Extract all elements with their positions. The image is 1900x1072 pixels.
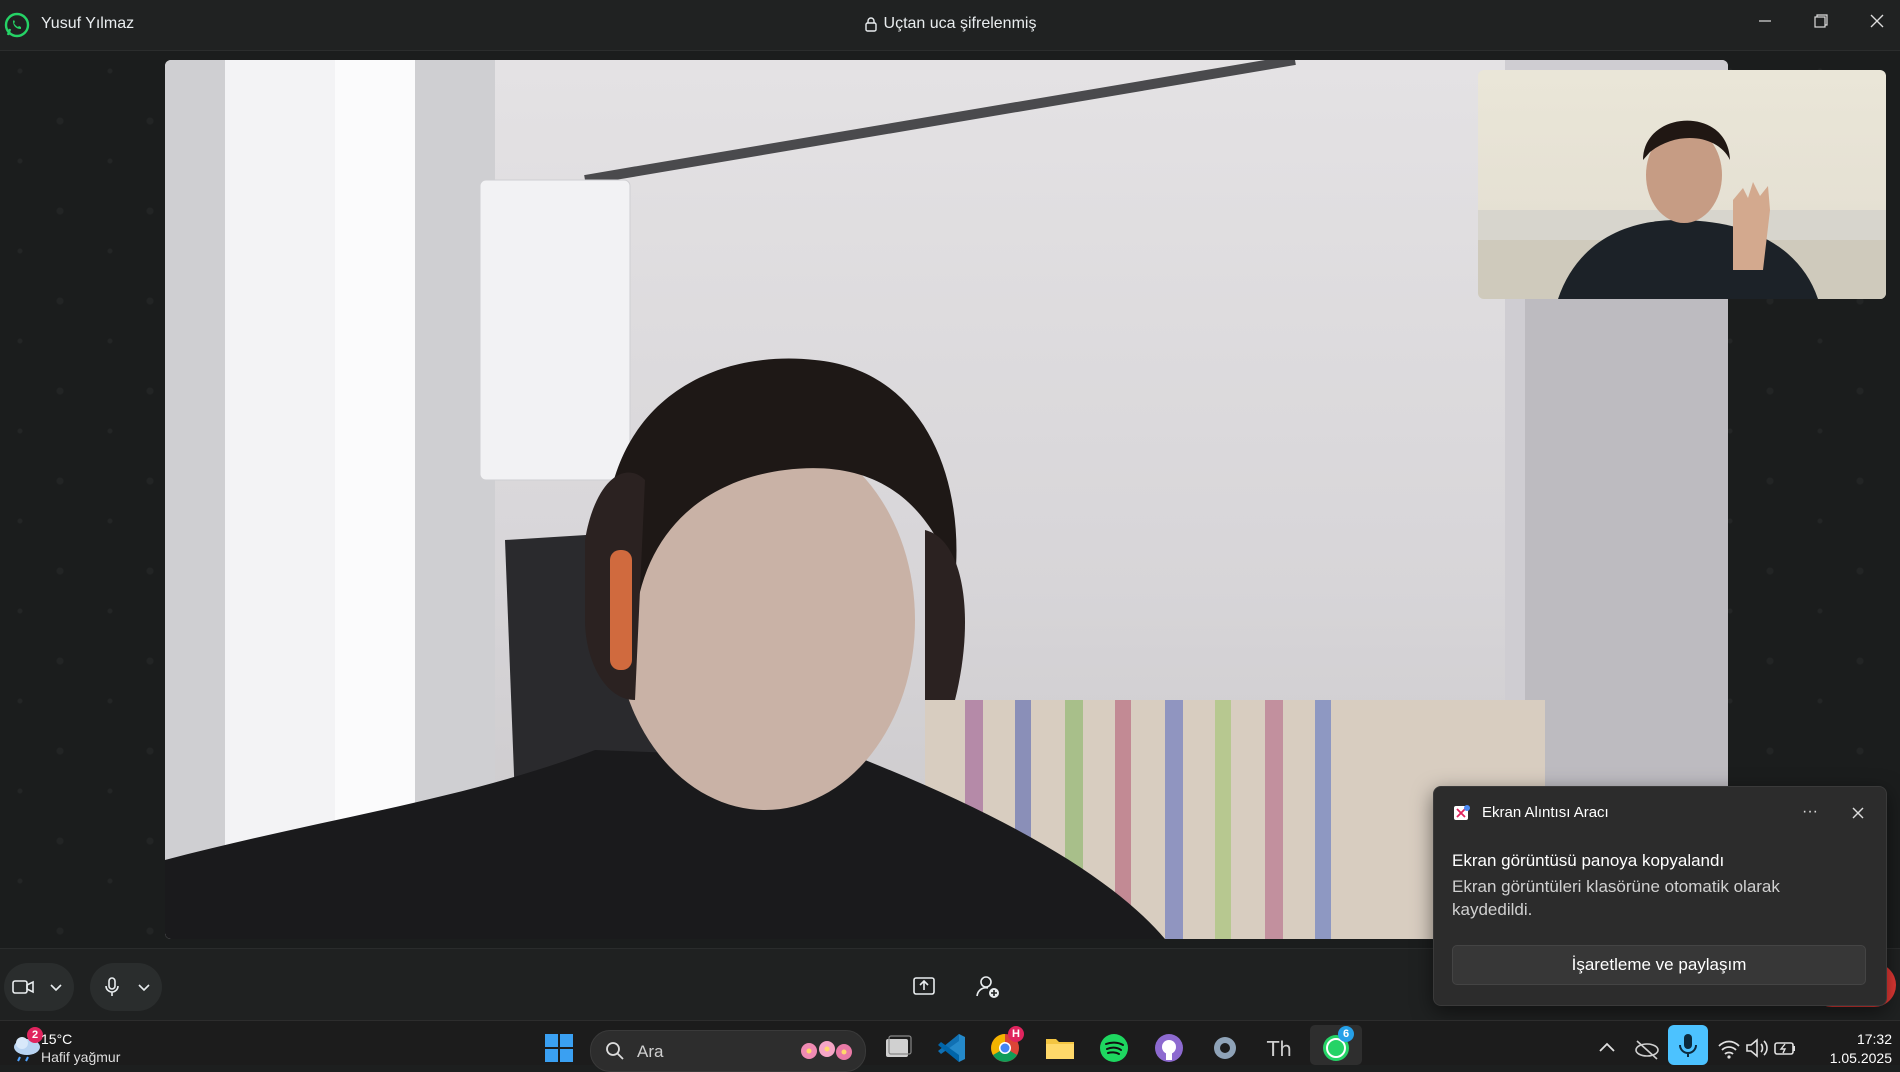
video-camera-icon[interactable] <box>10 975 36 999</box>
minimize-button[interactable] <box>1747 8 1783 34</box>
more-options-button[interactable]: ··· <box>1792 797 1828 829</box>
spotify-icon[interactable] <box>1095 1029 1133 1067</box>
file-explorer-icon[interactable] <box>1041 1029 1079 1067</box>
encryption-label: Uçtan uca şifrelenmiş <box>883 15 1037 32</box>
typography-app-icon[interactable]: Th <box>1260 1029 1298 1067</box>
add-participant-button[interactable] <box>964 963 1012 1011</box>
search-placeholder: Ara <box>637 1042 664 1061</box>
microphone-icon <box>1679 1034 1697 1057</box>
settings-gear-icon[interactable] <box>1206 1029 1244 1067</box>
search-icon <box>606 1042 624 1060</box>
flowers-decoration-icon <box>801 1041 852 1060</box>
chrome-profile-badge: H <box>1008 1026 1024 1042</box>
chevron-down-icon[interactable] <box>46 977 66 997</box>
markup-and-share-button[interactable]: İşaretleme ve paylaşım <box>1452 945 1866 985</box>
clock-time[interactable]: 17:32 <box>1812 1031 1892 1047</box>
self-video-preview[interactable] <box>1478 70 1886 299</box>
notification-body: Ekran görüntüleri klasörüne otomatik ola… <box>1452 877 1780 919</box>
microphone-control-group <box>90 963 162 1011</box>
vscode-icon[interactable] <box>932 1029 970 1067</box>
lock-icon <box>864 17 877 32</box>
camera-control-group <box>4 963 74 1011</box>
show-hidden-icons-chevron-up-icon[interactable] <box>1588 1029 1626 1067</box>
title-bar: Yusuf Yılmaz Uçtan uca şifrelenmiş <box>0 0 1900 51</box>
whatsapp-unread-badge: 6 <box>1338 1026 1354 1042</box>
snipping-tool-notification[interactable]: Ekran Alıntısı Aracı ··· Ekran görüntüsü… <box>1433 786 1887 1006</box>
taskbar: 2 15°C Hafif yağmur Ara H Th 6 17:32 1.0… <box>0 1020 1900 1072</box>
close-icon[interactable] <box>1840 797 1876 829</box>
taskbar-search[interactable]: Ara <box>590 1030 866 1072</box>
weather-temperature: 15°C <box>41 1031 73 1047</box>
close-button[interactable] <box>1859 8 1895 34</box>
windows-start-icon[interactable] <box>540 1029 578 1067</box>
share-screen-button[interactable] <box>900 963 948 1011</box>
weather-condition: Hafif yağmur <box>41 1049 121 1065</box>
restore-button[interactable] <box>1802 8 1838 34</box>
chevron-down-icon[interactable] <box>134 977 154 997</box>
notification-app-name: Ekran Alıntısı Aracı <box>1482 804 1609 821</box>
microphone-in-use-indicator[interactable] <box>1668 1025 1708 1065</box>
task-view-icon[interactable] <box>878 1029 916 1067</box>
notification-heading: Ekran görüntüsü panoya kopyalandı <box>1452 851 1725 870</box>
encryption-status: Uçtan uca şifrelenmiş <box>0 15 1900 33</box>
self-video-frame <box>1478 120 1886 299</box>
onedrive-offline-icon[interactable] <box>1628 1029 1666 1067</box>
snipping-tool-icon <box>1454 805 1470 820</box>
github-icon[interactable] <box>1150 1029 1188 1067</box>
microphone-icon[interactable] <box>100 975 124 999</box>
battery-charging-icon[interactable] <box>1766 1029 1804 1067</box>
svg-text:Th: Th <box>1266 1037 1292 1061</box>
